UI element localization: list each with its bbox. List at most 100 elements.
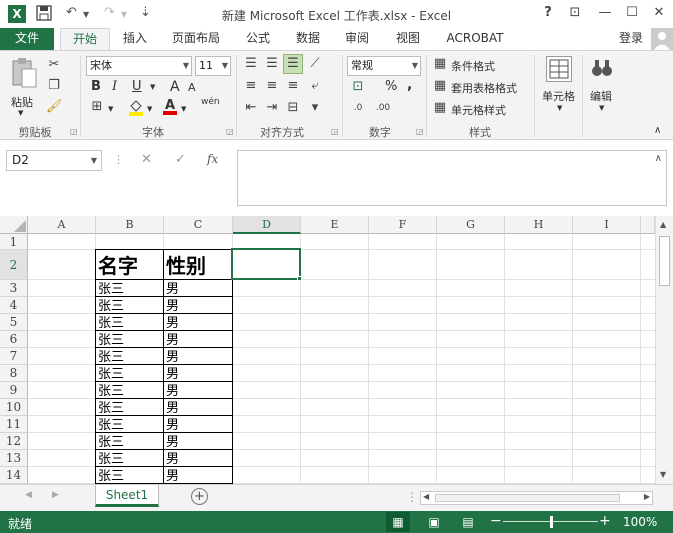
- row-header-5[interactable]: 5: [0, 314, 28, 331]
- wrap-text-icon[interactable]: ⤶: [307, 78, 323, 94]
- normal-view-icon[interactable]: ▦: [386, 512, 410, 532]
- increase-indent-icon[interactable]: ⇥: [264, 100, 280, 116]
- cancel-icon[interactable]: ✕: [141, 152, 152, 167]
- merge-dropdown-icon[interactable]: ▾: [307, 100, 323, 116]
- row-header-11[interactable]: 11: [0, 416, 28, 433]
- table-cell[interactable]: 男: [163, 381, 233, 399]
- underline-button[interactable]: U: [132, 79, 142, 94]
- shrink-font-button[interactable]: A: [188, 81, 196, 94]
- align-left-icon[interactable]: ≡: [243, 78, 259, 94]
- selected-cell-d2[interactable]: [231, 248, 301, 280]
- cells-dropdown-icon[interactable]: ▼: [557, 104, 562, 112]
- column-header-f[interactable]: F: [369, 216, 437, 234]
- table-header-cell[interactable]: 性别: [163, 249, 233, 280]
- binoculars-icon[interactable]: [590, 56, 614, 82]
- alignment-launcher-icon[interactable]: ◲: [331, 127, 339, 136]
- orientation-icon[interactable]: ⟋: [307, 56, 323, 72]
- sheet-tab-sheet1[interactable]: Sheet1: [95, 485, 159, 507]
- table-cell[interactable]: 男: [163, 466, 233, 484]
- horizontal-scroll-thumb[interactable]: [435, 494, 620, 502]
- table-cell[interactable]: 张三: [95, 466, 164, 484]
- accounting-format-icon[interactable]: ⊡: [350, 79, 366, 95]
- avatar[interactable]: [651, 28, 673, 50]
- spreadsheet-grid[interactable]: ABCDEFGHI 1 2 3 4 5 6 7 8 9 10 11 12 13 14 名字 性别 张三男张三男…: [0, 216, 655, 484]
- row-header-3[interactable]: 3: [0, 280, 28, 297]
- format-painter-icon[interactable]: 🖌: [46, 99, 63, 115]
- font-name-select[interactable]: 宋体 ▼: [86, 56, 192, 76]
- tab-data[interactable]: 数据: [288, 28, 328, 50]
- name-box[interactable]: D2 ▼: [6, 150, 102, 171]
- scroll-up-icon[interactable]: ▲: [660, 220, 666, 229]
- cut-icon[interactable]: ✂: [46, 57, 62, 73]
- column-header-c[interactable]: C: [164, 216, 233, 234]
- row-header-2[interactable]: 2: [0, 250, 28, 280]
- conditional-format-button[interactable]: 条件格式: [451, 58, 495, 74]
- row-header-12[interactable]: 12: [0, 433, 28, 450]
- fill-color-icon[interactable]: [128, 98, 144, 116]
- table-cell[interactable]: 张三: [95, 364, 164, 382]
- font-color-dropdown-icon[interactable]: ▼: [181, 105, 186, 113]
- row-header-10[interactable]: 10: [0, 399, 28, 416]
- font-size-select[interactable]: 11 ▼: [195, 56, 231, 76]
- format-table-icon[interactable]: ▦: [432, 78, 448, 94]
- row-header-14[interactable]: 14: [0, 467, 28, 484]
- table-cell[interactable]: 男: [163, 313, 233, 331]
- scroll-right-icon[interactable]: ▶: [644, 492, 650, 501]
- align-right-icon[interactable]: ≡: [285, 78, 301, 94]
- table-cell[interactable]: 男: [163, 432, 233, 450]
- help-button[interactable]: ?: [536, 3, 560, 23]
- format-table-button[interactable]: 套用表格格式: [451, 80, 517, 96]
- column-header-partial[interactable]: [641, 216, 655, 234]
- scroll-left-icon[interactable]: ◀: [423, 492, 429, 501]
- prev-sheet-icon[interactable]: ◀: [25, 490, 32, 500]
- border-dropdown-icon[interactable]: ▼: [108, 105, 113, 113]
- table-cell[interactable]: 男: [163, 330, 233, 348]
- table-cell[interactable]: 张三: [95, 313, 164, 331]
- editing-dropdown-icon[interactable]: ▼: [599, 104, 604, 112]
- minimize-button[interactable]: —: [593, 3, 617, 23]
- comma-button[interactable]: ,: [407, 77, 412, 93]
- row-header-4[interactable]: 4: [0, 297, 28, 314]
- decrease-indent-icon[interactable]: ⇤: [243, 100, 259, 116]
- column-header-a[interactable]: A: [28, 216, 96, 234]
- percent-button[interactable]: %: [385, 79, 397, 94]
- fill-color-dropdown-icon[interactable]: ▼: [147, 105, 152, 113]
- formula-input[interactable]: ∧: [237, 150, 667, 206]
- number-launcher-icon[interactable]: ◲: [416, 127, 424, 136]
- increase-decimal-icon[interactable]: .0: [350, 100, 366, 116]
- zoom-in-button[interactable]: +: [599, 513, 611, 529]
- add-sheet-button[interactable]: +: [191, 488, 208, 505]
- page-layout-view-icon[interactable]: ▣: [424, 512, 444, 532]
- row-header-13[interactable]: 13: [0, 450, 28, 467]
- number-format-select[interactable]: 常规 ▼: [347, 56, 421, 76]
- conditional-format-icon[interactable]: ▦: [432, 56, 448, 72]
- table-cell[interactable]: 张三: [95, 330, 164, 348]
- tab-formulas[interactable]: 公式: [238, 28, 278, 50]
- table-cell[interactable]: 男: [163, 449, 233, 467]
- select-all-corner[interactable]: [0, 216, 28, 234]
- zoom-out-button[interactable]: −: [490, 513, 502, 529]
- table-header-cell[interactable]: 名字: [95, 249, 164, 280]
- tab-insert[interactable]: 插入: [114, 28, 156, 50]
- horizontal-scrollbar[interactable]: ◀ ▶: [420, 491, 653, 505]
- decrease-decimal-icon[interactable]: .00: [375, 100, 391, 116]
- bold-button[interactable]: B: [91, 79, 101, 94]
- editing-button[interactable]: 编辑: [590, 88, 612, 104]
- copy-icon[interactable]: ❐: [46, 78, 62, 94]
- ribbon-display-options-icon[interactable]: ⊡: [563, 3, 587, 23]
- table-cell[interactable]: 张三: [95, 415, 164, 433]
- border-icon[interactable]: ⊞: [89, 99, 105, 115]
- font-color-icon[interactable]: A: [162, 97, 178, 115]
- cell-styles-icon[interactable]: ▦: [432, 100, 448, 116]
- insert-function-icon[interactable]: fx: [207, 152, 218, 166]
- zoom-level[interactable]: 100%: [623, 515, 657, 529]
- table-cell[interactable]: 男: [163, 296, 233, 314]
- grow-font-button[interactable]: A: [170, 79, 180, 95]
- phonetic-button[interactable]: wén: [201, 97, 220, 107]
- align-bottom-icon[interactable]: ☰: [283, 54, 303, 74]
- close-button[interactable]: ✕: [647, 3, 671, 23]
- login-link[interactable]: 登录: [614, 28, 648, 50]
- tab-page-layout[interactable]: 页面布局: [166, 28, 226, 50]
- table-cell[interactable]: 张三: [95, 432, 164, 450]
- table-cell[interactable]: 张三: [95, 347, 164, 365]
